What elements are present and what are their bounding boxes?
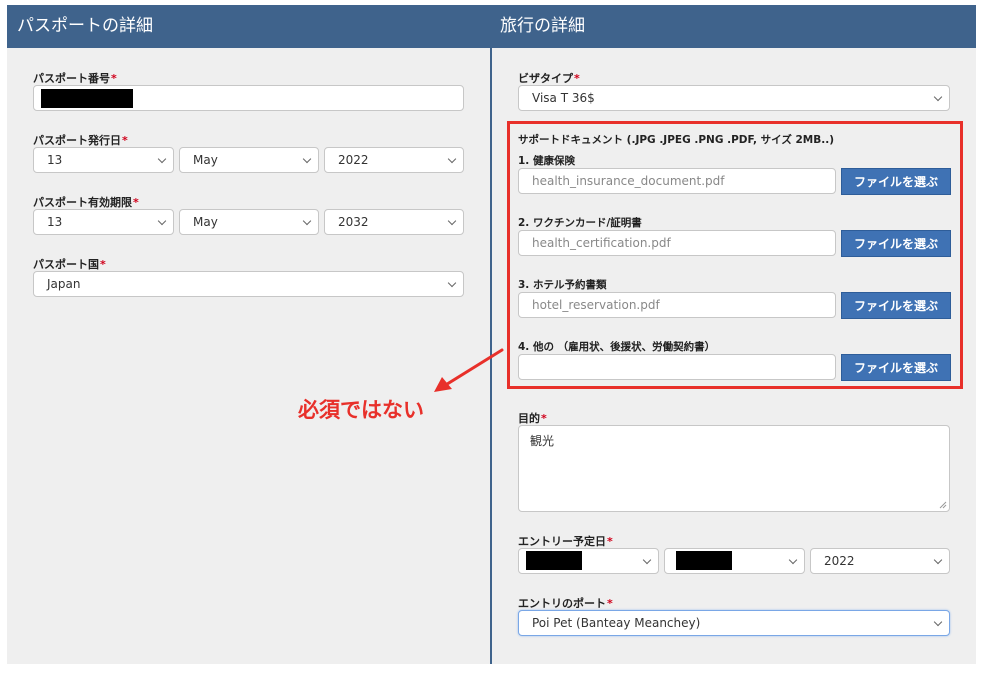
- choose-file-button-other[interactable]: ファイルを選ぶ: [841, 354, 951, 381]
- section-header-bar: パスポートの詳細 旅行の詳細: [7, 5, 976, 48]
- doc-label-health-insurance: 1. 健康保険: [518, 155, 575, 167]
- purpose-text: 観光: [530, 434, 555, 448]
- hotel-reservation-file-field[interactable]: hotel_reservation.pdf: [518, 292, 836, 318]
- visa-type-label: ビザタイプ*: [518, 72, 580, 85]
- passport-country-select[interactable]: Japan: [33, 271, 464, 297]
- form-page: パスポートの詳細 旅行の詳細 パスポート番号* パスポート発行日* 13 May…: [0, 0, 1000, 675]
- entry-date-label: エントリー予定日*: [518, 535, 613, 548]
- entry-port-label: エントリのポート*: [518, 597, 613, 610]
- passport-issue-date-label: パスポート発行日*: [33, 134, 128, 147]
- expiry-year-select[interactable]: 2032: [324, 209, 464, 235]
- other-document-file-field[interactable]: [518, 354, 836, 380]
- resize-handle-icon[interactable]: [939, 501, 947, 509]
- choose-file-button-hotel-reservation[interactable]: ファイルを選ぶ: [841, 292, 951, 319]
- issue-day-select[interactable]: 13: [33, 147, 174, 173]
- passport-details-heading: パスポートの詳細: [17, 16, 153, 36]
- annotation-arrow-icon: [434, 348, 504, 392]
- entry-port-select[interactable]: Poi Pet (Banteay Meanchey): [518, 610, 950, 636]
- passport-number-label: パスポート番号*: [33, 72, 117, 85]
- not-required-annotation: 必須ではない: [298, 398, 424, 422]
- choose-file-button-health-insurance[interactable]: ファイルを選ぶ: [841, 168, 951, 195]
- travel-details-heading: 旅行の詳細: [500, 16, 585, 36]
- purpose-label: 目的*: [518, 412, 547, 425]
- issue-month-select[interactable]: May: [179, 147, 319, 173]
- purpose-textarea[interactable]: 観光: [518, 425, 950, 512]
- passport-expiry-date-label: パスポート有効期限*: [33, 196, 139, 209]
- doc-label-hotel-reservation: 3. ホテル予約書類: [518, 279, 607, 291]
- redaction-block: [676, 551, 732, 570]
- vaccine-card-file-field[interactable]: health_certification.pdf: [518, 230, 836, 256]
- supporting-documents-title: サポートドキュメント (.JPG .JPEG .PNG .PDF, サイズ 2M…: [518, 134, 835, 146]
- choose-file-button-vaccine-card[interactable]: ファイルを選ぶ: [841, 230, 951, 257]
- passport-country-label: パスポート国*: [33, 258, 106, 271]
- redaction-block: [41, 89, 133, 108]
- redaction-block: [526, 551, 582, 570]
- entry-year-select[interactable]: 2022: [810, 548, 950, 574]
- doc-label-other: 4. 他の （雇用状、後援状、労働契約書）: [518, 341, 716, 353]
- visa-type-select[interactable]: Visa T 36$: [518, 85, 950, 111]
- health-insurance-file-field[interactable]: health_insurance_document.pdf: [518, 168, 836, 194]
- expiry-day-select[interactable]: 13: [33, 209, 174, 235]
- doc-label-vaccine-card: 2. ワクチンカード/証明書: [518, 217, 642, 229]
- expiry-month-select[interactable]: May: [179, 209, 319, 235]
- issue-year-select[interactable]: 2022: [324, 147, 464, 173]
